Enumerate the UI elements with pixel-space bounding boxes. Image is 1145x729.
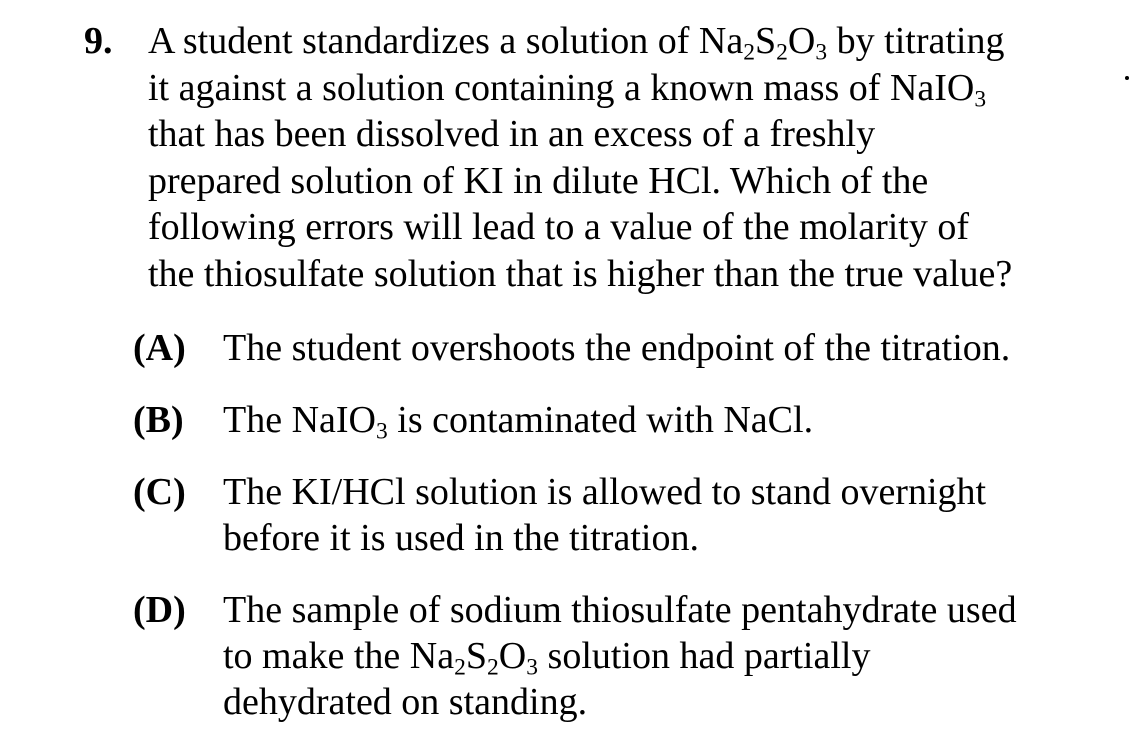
option-letter: (D) (133, 589, 186, 631)
stem-line: it against a solution containing a known… (148, 66, 987, 113)
option-letter: (A) (133, 327, 186, 369)
question-number: 9. (84, 20, 113, 62)
option-line: dehydrated on standing. (223, 681, 588, 723)
stem-line: prepared solution of KI in dilute HCl. W… (148, 159, 929, 202)
stem-line: the thiosulfate solution that is higher … (148, 252, 1013, 295)
option-text: The KI/HCl solution is allowed to stand … (223, 469, 1123, 561)
option-text: The student overshoots the endpoint of t… (223, 325, 1123, 371)
option-letter: (B) (133, 399, 184, 441)
option-line: to make the Na2S2O3 solution had partial… (223, 635, 871, 681)
stray-dot-mark (1125, 76, 1129, 80)
option-line: The sample of sodium thiosulfate pentahy… (223, 589, 1017, 631)
option-text: The sample of sodium thiosulfate pentahy… (223, 587, 1123, 725)
stem-line: that has been dissolved in an excess of … (148, 113, 876, 155)
option-line: The student overshoots the endpoint of t… (223, 327, 1011, 369)
stem-line: A student standardizes a solution of Na2… (148, 20, 1005, 66)
option-letter: (C) (133, 471, 186, 513)
question-stem: A student standardizes a solution of Na2… (148, 18, 1128, 297)
option-line: before it is used in the titration. (223, 517, 699, 559)
stem-line: following errors will lead to a value of… (148, 206, 969, 248)
option-text: The NaIO3 is contaminated with NaCl. (223, 397, 1123, 443)
option-line: The KI/HCl solution is allowed to stand … (223, 471, 987, 513)
option-line: The NaIO3 is contaminated with NaCl. (223, 399, 814, 445)
